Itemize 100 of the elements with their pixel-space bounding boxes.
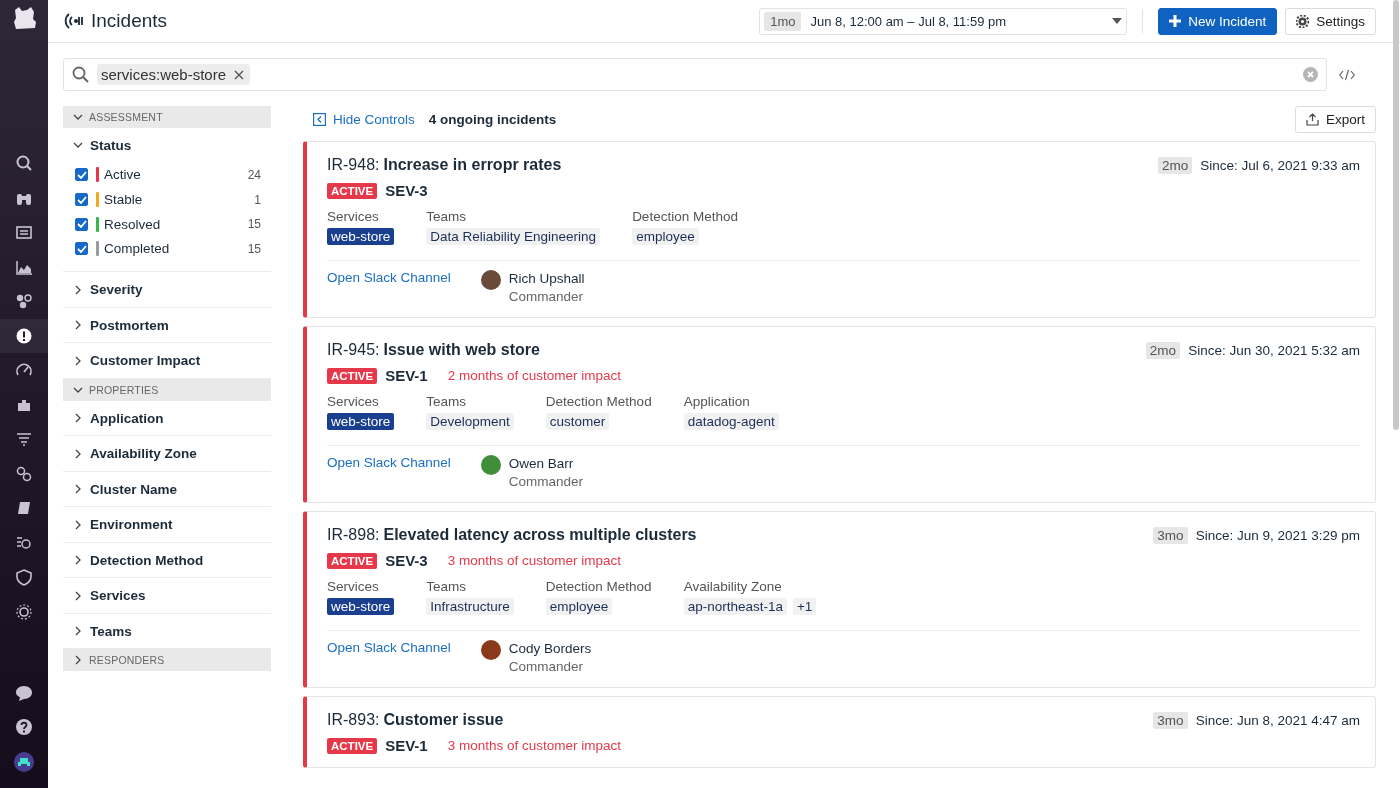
filter-chip[interactable]: services:web-store bbox=[97, 64, 251, 85]
incident-id: IR-945: bbox=[327, 341, 380, 359]
facet-header[interactable]: Status bbox=[63, 128, 271, 163]
date-range-picker[interactable]: 1mo Jun 8, 12:00 am – Jul 8, 11:59 pm bbox=[759, 7, 1128, 35]
incident-card[interactable] bbox=[303, 326, 1376, 503]
incident-card[interactable] bbox=[303, 511, 1376, 688]
close-icon[interactable] bbox=[234, 69, 245, 80]
option-label: Active bbox=[104, 167, 142, 183]
facet-header[interactable]: Cluster Name bbox=[63, 471, 271, 507]
search-field[interactable]: services:web-store bbox=[63, 58, 1327, 91]
settings-button[interactable]: Settings bbox=[1285, 7, 1376, 35]
commander-name: Cody Borders bbox=[508, 641, 592, 656]
check-icon bbox=[76, 170, 87, 179]
circles-icon bbox=[15, 292, 33, 311]
tag[interactable]: ap-northeast-1a bbox=[683, 598, 787, 615]
facet-header[interactable]: Postmortem bbox=[63, 307, 271, 343]
commander-name: Owen Barr bbox=[508, 456, 575, 471]
chevron-right-icon bbox=[73, 655, 83, 666]
chevron-right-icon bbox=[73, 555, 83, 565]
code-icon[interactable] bbox=[1339, 68, 1355, 81]
chevron-down-icon bbox=[73, 112, 83, 122]
facet-header[interactable]: Detection Method bbox=[63, 542, 271, 578]
facet-header[interactable]: Customer Impact bbox=[63, 343, 271, 378]
facet-header[interactable]: Services bbox=[63, 578, 271, 613]
checkbox[interactable] bbox=[75, 217, 88, 231]
tag[interactable]: Infrastructure bbox=[426, 598, 514, 615]
tag[interactable]: datadog-agent bbox=[683, 413, 779, 430]
chat-icon[interactable] bbox=[15, 684, 33, 702]
alert-icon bbox=[15, 326, 33, 345]
checkbox[interactable] bbox=[75, 242, 88, 256]
tag[interactable]: customer bbox=[545, 413, 610, 430]
field-label: Teams bbox=[426, 209, 468, 224]
plus-icon bbox=[1169, 15, 1182, 27]
incident-title: Increase in erropr rates bbox=[383, 156, 562, 174]
field-label: Teams bbox=[426, 579, 468, 594]
status-badge: ACTIVE bbox=[327, 367, 378, 384]
filter-chip-label: services:web-store bbox=[101, 66, 227, 83]
tag[interactable]: Development bbox=[426, 413, 514, 430]
incident-title: Customer issue bbox=[383, 711, 504, 729]
search-icon bbox=[15, 154, 33, 173]
checkbox[interactable] bbox=[75, 193, 88, 207]
field-label: Teams bbox=[426, 394, 468, 409]
tag[interactable]: Data Reliability Engineering bbox=[426, 228, 601, 245]
hide-controls-link[interactable]: Hide Controls bbox=[303, 112, 415, 127]
facet-header[interactable]: Severity bbox=[63, 272, 271, 307]
date-range: Jun 8, 12:00 am – Jul 8, 11:59 pm bbox=[810, 13, 1008, 29]
field-label: Services bbox=[327, 209, 380, 224]
incidents-icon bbox=[63, 10, 85, 32]
age-badge: 3mo bbox=[1153, 711, 1188, 729]
option-count: 24 bbox=[247, 167, 261, 182]
section-header[interactable]: RESPONDERS bbox=[63, 649, 271, 672]
new-incident-button[interactable]: New Incident bbox=[1158, 7, 1278, 35]
section-header[interactable]: PROPERTIES bbox=[63, 378, 271, 401]
help-icon[interactable] bbox=[15, 718, 33, 736]
field-label: Detection Method bbox=[545, 394, 652, 409]
export-button[interactable]: Export bbox=[1294, 106, 1376, 133]
slack-channel-link[interactable]: Open Slack Channel bbox=[327, 455, 451, 489]
tag[interactable]: employee bbox=[545, 598, 613, 615]
incident-id: IR-893: bbox=[327, 711, 380, 729]
chevron-right-icon bbox=[73, 626, 83, 636]
avatar-icon[interactable] bbox=[14, 752, 34, 772]
status-badge: ACTIVE bbox=[327, 737, 378, 754]
tag[interactable]: +1 bbox=[792, 598, 817, 615]
chevron-right-icon bbox=[73, 413, 83, 423]
slack-channel-link[interactable]: Open Slack Channel bbox=[327, 640, 451, 674]
scrollbar[interactable] bbox=[1393, 0, 1399, 430]
option-count: 15 bbox=[247, 241, 261, 256]
tag[interactable]: employee bbox=[632, 228, 699, 245]
checkbox[interactable] bbox=[75, 168, 88, 182]
check-icon bbox=[76, 195, 87, 204]
chevron-right-icon bbox=[73, 284, 83, 295]
chevron-right-icon bbox=[73, 448, 83, 459]
tag[interactable]: web-store bbox=[327, 598, 395, 615]
tag[interactable]: web-store bbox=[327, 413, 395, 430]
slack-channel-link[interactable]: Open Slack Channel bbox=[327, 270, 451, 304]
section-header[interactable]: ASSESSMENT bbox=[63, 106, 271, 128]
commander-role: Commander bbox=[508, 474, 584, 489]
incident-card[interactable]: IR-948: Increase in erropr rates 2mo Since: Jul 6, 2021 9:33 am ACTIVE SEV-3 Services web-store Teams Data Reliability Engineering Detection Method employee Open Slack Channel Rich Upshall Commander bbox=[303, 141, 1376, 318]
facet-header[interactable]: Teams bbox=[63, 613, 271, 649]
range-badge: 1mo bbox=[764, 11, 802, 31]
facet-header[interactable]: Application bbox=[63, 400, 271, 436]
facet-header[interactable]: Environment bbox=[63, 507, 271, 542]
avatar-circle bbox=[480, 640, 501, 660]
severity-label: SEV-1 bbox=[385, 367, 428, 384]
upload-icon bbox=[1305, 113, 1319, 126]
avatar-circle bbox=[480, 455, 501, 475]
incident-card[interactable]: IR-893: Customer issue 3mo Since: Jun 8, 2021 4:47 am ACTIVE SEV-1 3 months of customer impact bbox=[303, 696, 1376, 768]
tag[interactable]: web-store bbox=[327, 228, 395, 245]
alert-nav-item[interactable] bbox=[0, 318, 48, 353]
age-badge: 2mo bbox=[1157, 156, 1193, 174]
field-label: Availability Zone bbox=[683, 579, 783, 594]
age-badge: 3mo bbox=[1153, 526, 1188, 544]
incident-count: 4 ongoing incidents bbox=[428, 112, 557, 127]
status-badge: ACTIVE bbox=[327, 552, 378, 569]
facet-header[interactable]: Availability Zone bbox=[63, 436, 271, 471]
customer-impact: 3 months of customer impact bbox=[447, 553, 622, 568]
page-title: Incidents bbox=[91, 10, 168, 32]
incident-title: Elevated latency across multiple clusters bbox=[383, 526, 697, 544]
option-label: Resolved bbox=[104, 216, 162, 232]
incident-id: IR-898: bbox=[327, 526, 380, 544]
